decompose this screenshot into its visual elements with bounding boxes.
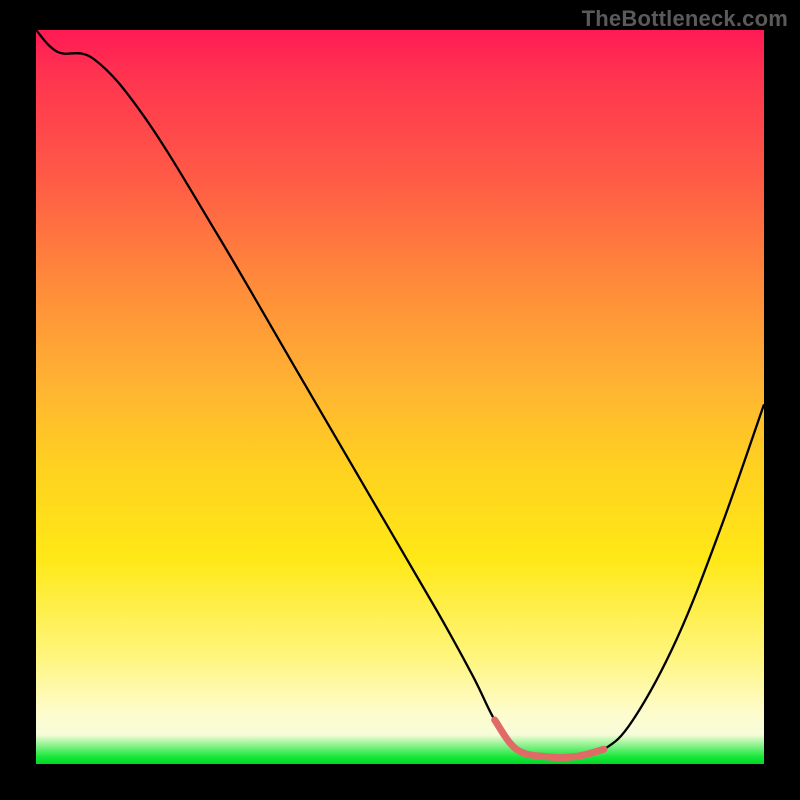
curve-svg (36, 30, 764, 764)
bottleneck-curve (36, 30, 764, 758)
plot-area (36, 30, 764, 764)
watermark-text: TheBottleneck.com (582, 6, 788, 32)
chart-frame: TheBottleneck.com (0, 0, 800, 800)
optimal-trough-highlight (495, 720, 604, 758)
